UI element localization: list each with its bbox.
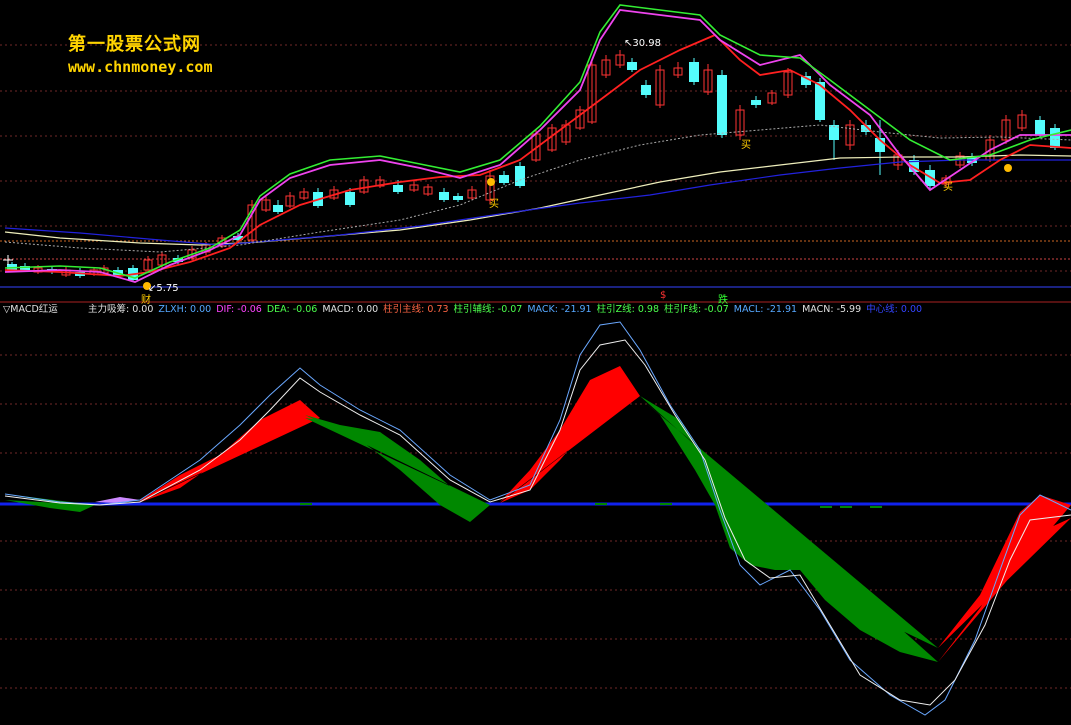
indicator-value-6: 柱引辅线: -0.07 [453,304,523,315]
candle-body [439,192,449,200]
indicator-legend-bar: ▽MACD红运 主力吸筹: 0.00 ZLXH: 0.00 DIF: -0.06 DE… [0,303,1071,317]
indicator-value-3: DEA: -0.06 [266,304,318,315]
macd-tick [870,506,882,508]
macd-tick [595,503,607,505]
indicator-value-4: MACD: 0.00 [322,304,379,315]
indicator-value-1: ZLXH: 0.00 [158,304,212,315]
macd-tick [300,503,312,505]
watermark-url: www.chnmoney.com [68,58,213,76]
ma-dotted-line [4,124,1071,253]
low-price-label: ↙5.75 [148,283,179,294]
candle-body [627,62,637,70]
candle-body [1050,128,1060,148]
candle-body [345,192,355,205]
macd-green-band-2 [640,396,938,662]
buy-signal-dot [1004,164,1012,172]
macd-tick [660,503,672,505]
marker-buy-2: 买 [741,140,751,151]
candle-body [717,75,727,135]
candle-body [453,196,463,200]
macd-red-band-1 [138,400,320,503]
candlestick-series [3,50,1060,290]
indicator-name[interactable]: ▽MACD红运 [3,303,58,317]
candle-body [689,62,699,82]
macd-panel [0,321,1071,716]
marker-buy-3: 买 [943,182,953,193]
macd-red-band-3 [938,495,1071,662]
indicator-value-7: MACK: -21.91 [527,304,592,315]
high-price-label: ↖30.98 [624,38,662,49]
macd-tick [840,506,852,508]
indicator-values: 主力吸筹: 0.00 ZLXH: 0.00 DIF: -0.06 DEA: -0.06… [88,303,927,317]
marker-buy-1: 买 [489,199,499,210]
marker-dollar: $ [660,290,667,301]
chart-canvas [0,4,1071,716]
indicator-value-8: 柱引Z线: 0.98 [596,304,659,315]
candle-body [393,185,403,192]
candle-body [1035,120,1045,135]
macd-green-band-1 [305,415,490,522]
watermark-title: 第一股票公式网 [68,34,201,55]
indicator-value-5: 柱引主线: 0.73 [383,304,449,315]
candle-body [751,100,761,105]
indicator-value-11: MACN: -5.99 [802,304,862,315]
indicator-value-10: MACL: -21.91 [733,304,798,315]
indicator-value-9: 柱引F线: -0.07 [664,304,729,315]
macd-tick [820,506,832,508]
candle-body [515,166,525,186]
buy-signal-dot [487,178,495,186]
indicator-value-12: 中心线: 0.00 [866,304,923,315]
indicator-value-2: DIF: -0.06 [216,304,262,315]
ma-blue-line [4,159,1071,246]
indicator-value-0: 主力吸筹: 0.00 [88,304,154,315]
candle-body [499,175,509,183]
candle-body [641,85,651,95]
candle-body [273,205,283,212]
dif-line [4,321,1071,716]
